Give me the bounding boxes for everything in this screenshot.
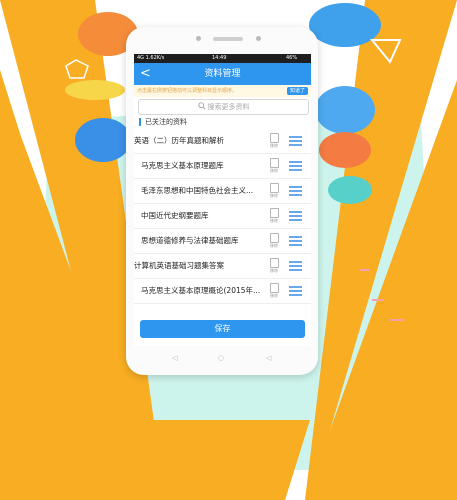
phone-sensor [256, 36, 261, 41]
search-icon [197, 102, 206, 110]
trash-icon [270, 283, 279, 293]
trash-icon [270, 208, 279, 218]
trash-icon [270, 233, 279, 243]
drag-handle-icon[interactable] [289, 236, 302, 246]
phone-soft-keys: ◁ ○ ◁ [134, 352, 311, 364]
page-title: 资料管理 [204, 69, 241, 79]
phone-speaker [213, 37, 243, 41]
blue-ball-left [75, 118, 131, 162]
trash-icon [270, 133, 279, 143]
search-placeholder: 搜索更多资料 [207, 103, 250, 111]
list-item[interactable]: 英语（二）历年真题和解析 移除 [134, 129, 311, 154]
tip-banner: 点击最右侧按钮拖动可以调整科目显示顺序。 知道了 [134, 85, 311, 97]
drag-handle-icon[interactable] [289, 211, 302, 221]
item-label: 中国近代史纲要题库 [141, 211, 209, 220]
back-icon[interactable]: < [140, 65, 151, 83]
item-label: 马克思主义基本原理概论(2015年... [141, 286, 261, 295]
phone-camera [196, 36, 201, 41]
list-item[interactable]: 马克思主义基本原理题库 移除 [134, 154, 311, 179]
search-box-content: 搜索更多资料 [139, 100, 308, 114]
blue-ball-right [315, 86, 375, 134]
section-header: 已关注的资料 [134, 116, 311, 128]
remove-label: 移除 [270, 243, 278, 248]
soft-back-icon[interactable]: ◁ [172, 352, 177, 364]
search-input[interactable]: 搜索更多资料 [138, 99, 309, 115]
item-label: 英语（二）历年真题和解析 [134, 136, 224, 145]
list-item[interactable]: 中国近代史纲要题库 移除 [134, 204, 311, 229]
section-accent-bar [139, 118, 141, 126]
teal-ball-right [328, 176, 372, 204]
nav-bar: 资料管理 < [134, 63, 311, 85]
soft-recent-icon[interactable]: ◁ [266, 352, 271, 364]
remove-button[interactable]: 移除 [268, 233, 280, 249]
status-bar: 4G 1.62K/s 14:49 46% [134, 54, 311, 63]
item-label: 毛泽东思想和中国特色社会主义... [141, 186, 254, 195]
drag-handle-icon[interactable] [289, 186, 302, 196]
drag-handle-icon[interactable] [289, 136, 302, 146]
trash-icon [270, 183, 279, 193]
dismiss-tip-button[interactable]: 知道了 [286, 87, 308, 95]
remove-button[interactable]: 移除 [268, 283, 280, 299]
orange-bottom-shape [140, 420, 310, 500]
clock: 14:49 [212, 55, 227, 61]
drag-handle-icon[interactable] [289, 161, 302, 171]
remove-label: 移除 [270, 168, 278, 173]
remove-button[interactable]: 移除 [268, 133, 280, 149]
yellow-ball [65, 80, 125, 100]
list-item[interactable]: 计算机英语基础习题集答案 移除 [134, 254, 311, 279]
list-item[interactable]: 马克思主义基本原理概论(2015年... 移除 [134, 279, 311, 304]
remove-label: 移除 [270, 193, 278, 198]
battery-level: 46% [286, 55, 298, 61]
drag-handle-icon[interactable] [289, 286, 302, 296]
remove-label: 移除 [270, 143, 278, 148]
item-label: 马克思主义基本原理题库 [141, 161, 224, 170]
remove-label: 移除 [270, 218, 278, 223]
remove-label: 移除 [270, 293, 278, 298]
app-screen: 4G 1.62K/s 14:49 46% 资料管理 < 点击最右侧按钮拖动可以调… [134, 54, 311, 346]
item-label: 计算机英语基础习题集答案 [134, 261, 224, 270]
remove-button[interactable]: 移除 [268, 158, 280, 174]
trash-icon [270, 258, 279, 268]
list-item[interactable]: 思想道德修养与法律基础题库 移除 [134, 229, 311, 254]
soft-home-icon[interactable]: ○ [218, 352, 224, 364]
orange-ball-right [319, 132, 371, 168]
tip-text: 点击最右侧按钮拖动可以调整科目显示顺序。 [137, 88, 238, 94]
item-label: 思想道德修养与法律基础题库 [141, 236, 239, 245]
remove-button[interactable]: 移除 [268, 183, 280, 199]
remove-label: 移除 [270, 268, 278, 273]
section-title: 已关注的资料 [145, 118, 187, 126]
drag-handle-icon[interactable] [289, 261, 302, 271]
trash-icon [270, 158, 279, 168]
blue-ball-top-right [309, 3, 381, 47]
signal-status: 4G 1.62K/s [137, 55, 165, 61]
remove-button[interactable]: 移除 [268, 208, 280, 224]
remove-button[interactable]: 移除 [268, 258, 280, 274]
save-button[interactable]: 保存 [140, 320, 305, 338]
list-item[interactable]: 毛泽东思想和中国特色社会主义... 移除 [134, 179, 311, 204]
